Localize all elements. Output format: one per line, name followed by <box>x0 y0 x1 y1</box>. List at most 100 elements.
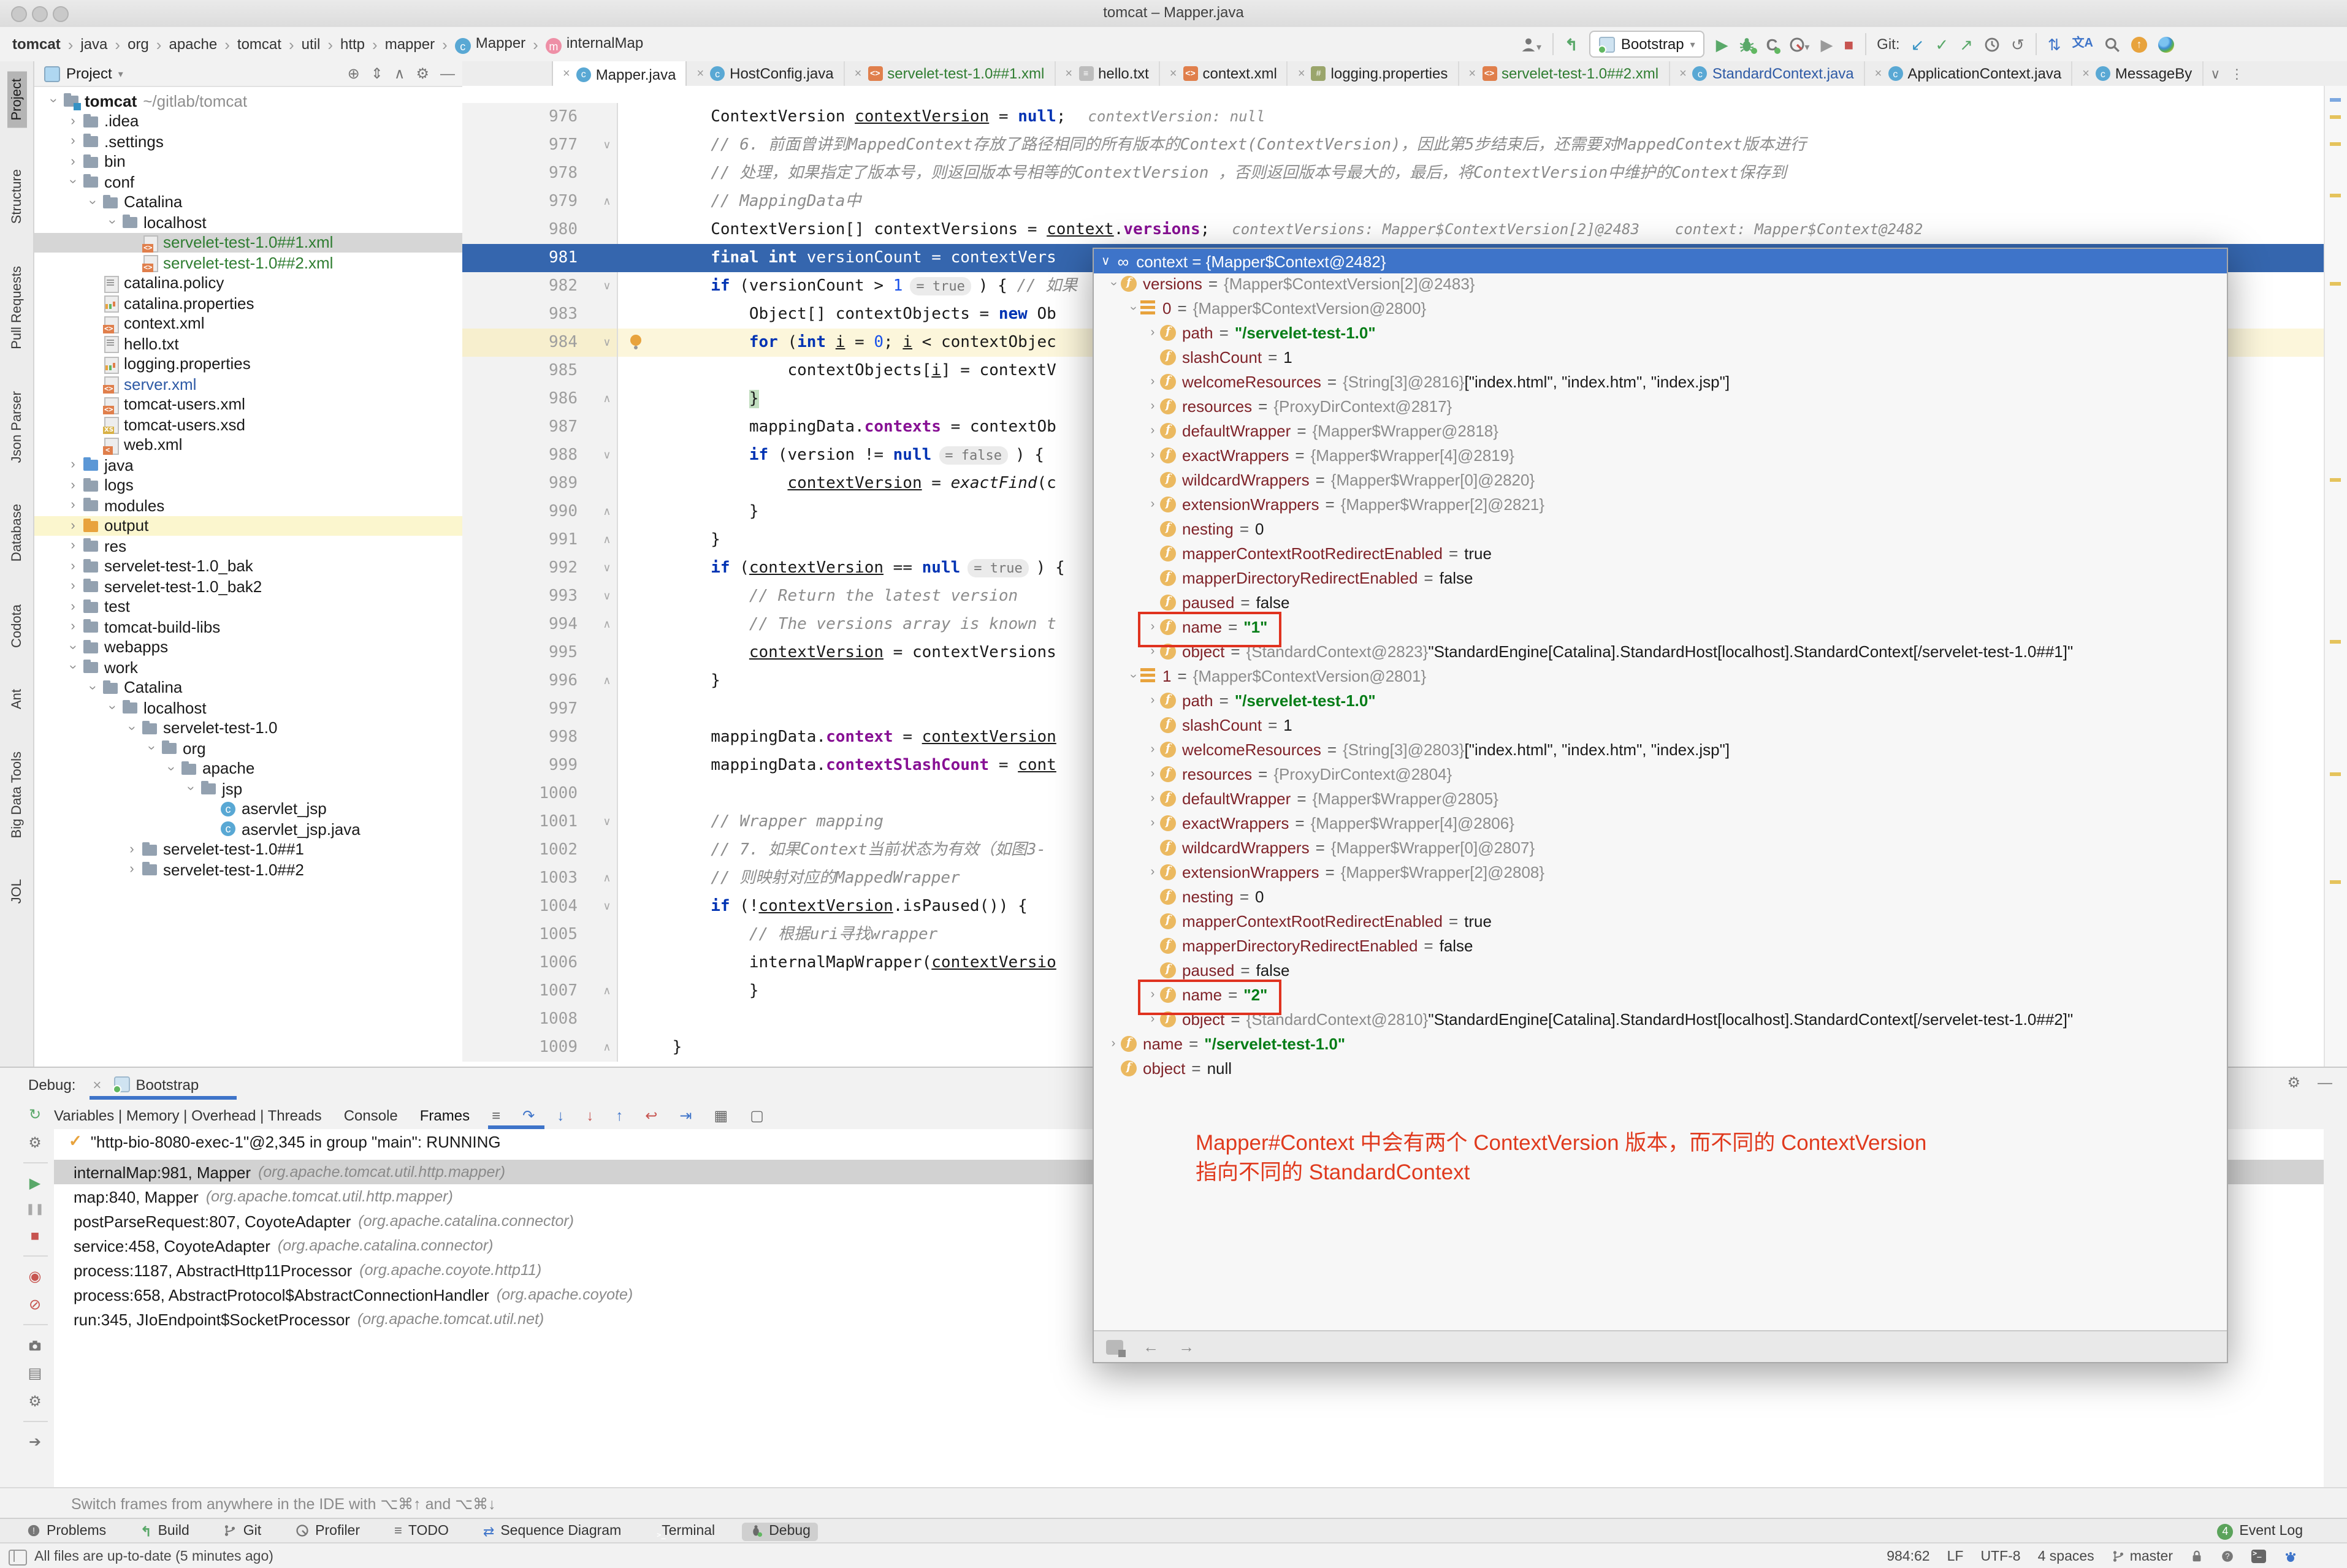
tree-chevron-icon[interactable]: › <box>1145 497 1160 511</box>
variable-row[interactable]: ›1={Mapper$ContextVersion@2801} <box>1094 663 2227 688</box>
editor-tab[interactable]: ×cMessageBy <box>2072 61 2203 86</box>
tool-window-toggle-icon[interactable] <box>9 1550 27 1566</box>
fold-marker-icon[interactable] <box>597 103 618 131</box>
variable-row[interactable]: ›fpath="/servelet-test-1.0" <box>1094 688 2227 712</box>
close-tab-icon[interactable]: × <box>696 67 704 80</box>
file-encoding[interactable]: UTF-8 <box>1980 1549 2020 1564</box>
tree-item[interactable]: ›apache <box>34 758 462 778</box>
breadcrumb-item[interactable]: org <box>128 36 149 53</box>
tree-chevron-icon[interactable]: › <box>1145 988 1160 1001</box>
step-over-icon[interactable]: ↷ <box>522 1106 535 1124</box>
sidebar-item-codota[interactable]: Codota <box>9 604 24 647</box>
lock-icon[interactable] <box>2190 1549 2204 1564</box>
chevron-down-icon[interactable]: ▾ <box>118 68 123 79</box>
run-with-coverage-icon[interactable]: C <box>1766 36 1778 52</box>
tree-chevron-icon[interactable]: › <box>1145 399 1160 413</box>
close-tab-icon[interactable]: × <box>1468 67 1476 80</box>
tree-chevron-icon[interactable]: › <box>1145 693 1160 707</box>
variable-row[interactable]: ›fwelcomeResources={String[3]@2803} ["in… <box>1094 737 2227 761</box>
git-branch[interactable]: master <box>2112 1549 2173 1564</box>
step-into-icon[interactable]: ↓ <box>557 1106 564 1124</box>
tree-item[interactable]: ›modules <box>34 495 462 516</box>
close-tab-icon[interactable]: × <box>563 67 570 81</box>
tree-chevron-icon[interactable]: › <box>66 661 80 674</box>
locate-icon[interactable]: ⊕ <box>348 65 360 82</box>
terminal-status-icon[interactable] <box>2251 1550 2266 1563</box>
gradle-sync-icon[interactable]: ? <box>2221 1549 2234 1564</box>
tree-chevron-icon[interactable]: › <box>85 196 100 209</box>
code-line-980[interactable]: 980 ContextVersion[] contextVersions = c… <box>462 216 2324 244</box>
fold-marker-icon[interactable]: ∧ <box>597 611 618 639</box>
tree-item[interactable]: tomcat-users.xml <box>34 394 462 414</box>
tool-window-button-sequence-diagram[interactable]: ⇄Sequence Diagram <box>476 1522 628 1540</box>
resume-icon[interactable]: ▶ <box>29 1174 40 1192</box>
rerun-icon[interactable]: ↻ <box>29 1106 41 1123</box>
fold-marker-icon[interactable]: ∨ <box>597 329 618 357</box>
tree-item[interactable]: catalina.policy <box>34 273 462 293</box>
hidden-tabs-icon[interactable]: ∨ <box>2210 66 2220 82</box>
fold-marker-icon[interactable]: ∧ <box>597 1033 618 1062</box>
tree-chevron-icon[interactable]: › <box>1126 668 1140 683</box>
sidebar-item-big-data-tools[interactable]: Big Data Tools <box>9 751 24 837</box>
tree-item[interactable]: ›bin <box>34 151 462 172</box>
view-breakpoints-icon[interactable]: ◉ <box>29 1268 42 1285</box>
variable-row[interactable]: fslashCount=1 <box>1094 712 2227 737</box>
tree-item[interactable]: web.xml <box>34 435 462 455</box>
variable-row[interactable]: fmapperContextRootRedirectEnabled=true <box>1094 541 2227 565</box>
fold-marker-icon[interactable] <box>597 159 618 188</box>
tab-options-icon[interactable]: ⋮ <box>2230 66 2243 82</box>
forward-icon[interactable]: → <box>1178 1338 1194 1356</box>
step-out-icon[interactable]: ↑ <box>616 1106 623 1124</box>
tree-chevron-icon[interactable]: › <box>1145 375 1160 388</box>
editor-tab[interactable]: ×cHostConfig.java <box>687 61 844 86</box>
close-window-icon[interactable] <box>11 6 27 22</box>
line-separator[interactable]: LF <box>1947 1549 1964 1564</box>
intention-bulb-icon[interactable] <box>630 335 641 346</box>
sidebar-item-pull-requests[interactable]: Pull Requests <box>9 266 24 349</box>
tree-chevron-icon[interactable]: › <box>66 458 80 473</box>
breadcrumb-item[interactable]: cMapper <box>455 34 525 55</box>
breadcrumb-item[interactable]: mapper <box>385 36 435 53</box>
tree-item[interactable]: ›servelet-test-1.0 <box>34 718 462 738</box>
variable-row[interactable]: ›fexactWrappers={Mapper$Wrapper[4]@2806} <box>1094 810 2227 835</box>
fold-marker-icon[interactable]: ∨ <box>597 582 618 611</box>
fold-marker-icon[interactable]: ∨ <box>597 131 618 159</box>
search-icon[interactable] <box>2104 36 2120 52</box>
pin-tab-icon[interactable]: ➔ <box>29 1433 41 1450</box>
fold-marker-icon[interactable] <box>597 639 618 667</box>
debug-button[interactable] <box>1739 36 1755 52</box>
thread-dump-camera-icon[interactable] <box>28 1336 42 1353</box>
variable-row[interactable]: ›0={Mapper$ContextVersion@2800} <box>1094 295 2227 320</box>
fold-marker-icon[interactable] <box>597 723 618 752</box>
user-icon[interactable]: ▾ <box>1521 36 1541 52</box>
breadcrumb-item[interactable]: tomcat <box>237 36 281 53</box>
tree-chevron-icon[interactable]: › <box>1145 767 1160 780</box>
tool-window-button-git[interactable]: Git <box>216 1522 269 1540</box>
close-tab-icon[interactable]: × <box>1170 67 1177 80</box>
profiler-icon[interactable]: ▾ <box>1788 36 1809 52</box>
tree-chevron-icon[interactable]: › <box>125 862 139 877</box>
run-to-cursor-icon[interactable]: ⇥ <box>679 1106 692 1124</box>
fold-marker-icon[interactable]: ∨ <box>597 441 618 470</box>
variable-row[interactable]: fpaused=false <box>1094 590 2227 614</box>
hide-debug-panel-icon[interactable]: — <box>2318 1074 2332 1091</box>
breadcrumb-item[interactable]: http <box>340 36 365 53</box>
editor-tab[interactable]: ×<>servelet-test-1.0##1.xml <box>845 61 1056 86</box>
fold-marker-icon[interactable] <box>597 836 618 864</box>
tree-chevron-icon[interactable]: › <box>66 114 80 129</box>
fold-marker-icon[interactable]: ∧ <box>597 864 618 892</box>
tree-item[interactable]: ›tomcat-build-libs <box>34 617 462 637</box>
variable-row[interactable]: ›fname="1" <box>1094 614 2227 639</box>
code-line-976[interactable]: 976 ContextVersion contextVersion = null… <box>462 103 2324 131</box>
tree-item[interactable]: ›conf <box>34 172 462 192</box>
tree-chevron-icon[interactable]: › <box>66 134 80 149</box>
paw-plugin-icon[interactable] <box>2283 1550 2298 1562</box>
variable-row[interactable]: fnesting=0 <box>1094 884 2227 908</box>
tree-chevron-icon[interactable]: › <box>66 641 80 654</box>
breadcrumb-item[interactable]: minternalMap <box>546 34 643 55</box>
tool-window-button-todo[interactable]: ≡TODO <box>387 1522 456 1540</box>
tree-item[interactable]: ›logs <box>34 475 462 495</box>
attach-build-icon[interactable]: ↰ <box>1565 36 1578 52</box>
fold-marker-icon[interactable]: ∧ <box>597 667 618 695</box>
tree-item[interactable]: ›servelet-test-1.0##2 <box>34 859 462 880</box>
